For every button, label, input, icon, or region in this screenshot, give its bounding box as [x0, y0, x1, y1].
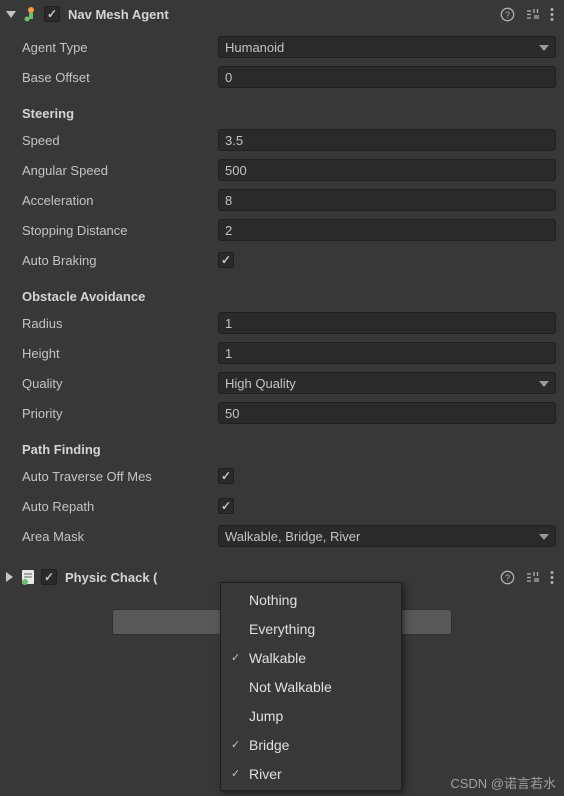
foldout-right-icon[interactable]: [6, 572, 13, 582]
area-mask-option-label: River: [249, 766, 282, 782]
nav-mesh-agent-body: Agent Type Humanoid Base Offset Steering…: [0, 28, 564, 563]
stopping-distance-input[interactable]: [218, 219, 556, 241]
agent-type-dropdown[interactable]: Humanoid: [218, 36, 556, 58]
quality-dropdown[interactable]: High Quality: [218, 372, 556, 394]
auto-repath-label: Auto Repath: [22, 499, 218, 514]
height-input[interactable]: [218, 342, 556, 364]
area-mask-option[interactable]: Nothing: [221, 585, 401, 614]
area-mask-option-label: Nothing: [249, 592, 297, 608]
acceleration-label: Acceleration: [22, 193, 218, 208]
area-mask-option-label: Everything: [249, 621, 315, 637]
area-mask-popup: NothingEverything✓WalkableNot WalkableJu…: [220, 582, 402, 791]
area-mask-dropdown[interactable]: Walkable, Bridge, River: [218, 525, 556, 547]
obstacle-avoidance-section-title: Obstacle Avoidance: [22, 289, 556, 304]
area-mask-option-label: Walkable: [249, 650, 306, 666]
nav-mesh-agent-enabled-checkbox[interactable]: [44, 6, 60, 22]
check-icon: ✓: [231, 738, 249, 751]
area-mask-option-label: Not Walkable: [249, 679, 332, 695]
context-menu-icon[interactable]: [550, 7, 554, 22]
script-icon: [19, 568, 37, 586]
physic-chack-enabled-checkbox[interactable]: [41, 569, 57, 585]
agent-type-label: Agent Type: [22, 40, 218, 55]
angular-speed-input[interactable]: [218, 159, 556, 181]
path-finding-section-title: Path Finding: [22, 442, 556, 457]
area-mask-option-label: Jump: [249, 708, 283, 724]
speed-input[interactable]: [218, 129, 556, 151]
area-mask-option[interactable]: ✓Walkable: [221, 643, 401, 672]
component-title: Nav Mesh Agent: [68, 7, 496, 22]
svg-text:?: ?: [505, 10, 510, 20]
quality-label: Quality: [22, 376, 218, 391]
nav-agent-icon: [22, 5, 40, 23]
speed-label: Speed: [22, 133, 218, 148]
priority-input[interactable]: [218, 402, 556, 424]
auto-braking-label: Auto Braking: [22, 253, 218, 268]
area-mask-option[interactable]: Not Walkable: [221, 672, 401, 701]
context-menu-icon[interactable]: [550, 570, 554, 585]
area-mask-option[interactable]: Jump: [221, 701, 401, 730]
auto-repath-checkbox[interactable]: [218, 498, 234, 514]
check-icon: ✓: [231, 651, 249, 664]
steering-section-title: Steering: [22, 106, 556, 121]
auto-traverse-checkbox[interactable]: [218, 468, 234, 484]
radius-input[interactable]: [218, 312, 556, 334]
foldout-down-icon[interactable]: [6, 11, 16, 18]
base-offset-label: Base Offset: [22, 70, 218, 85]
base-offset-input[interactable]: [218, 66, 556, 88]
check-icon: ✓: [231, 767, 249, 780]
priority-label: Priority: [22, 406, 218, 421]
nav-mesh-agent-header[interactable]: Nav Mesh Agent ?: [0, 0, 564, 28]
presets-icon[interactable]: [525, 570, 540, 585]
svg-text:?: ?: [505, 573, 510, 583]
radius-label: Radius: [22, 316, 218, 331]
area-mask-option[interactable]: Everything: [221, 614, 401, 643]
auto-traverse-label: Auto Traverse Off Mes: [22, 469, 218, 484]
area-mask-option[interactable]: ✓Bridge: [221, 730, 401, 759]
acceleration-input[interactable]: [218, 189, 556, 211]
presets-icon[interactable]: [525, 7, 540, 22]
height-label: Height: [22, 346, 218, 361]
area-mask-option[interactable]: ✓River: [221, 759, 401, 788]
watermark: CSDN @诺言若水: [450, 773, 556, 792]
auto-braking-checkbox[interactable]: [218, 252, 234, 268]
stopping-distance-label: Stopping Distance: [22, 223, 218, 238]
help-icon[interactable]: ?: [500, 7, 515, 22]
help-icon[interactable]: ?: [500, 570, 515, 585]
angular-speed-label: Angular Speed: [22, 163, 218, 178]
area-mask-option-label: Bridge: [249, 737, 289, 753]
area-mask-label: Area Mask: [22, 529, 218, 544]
